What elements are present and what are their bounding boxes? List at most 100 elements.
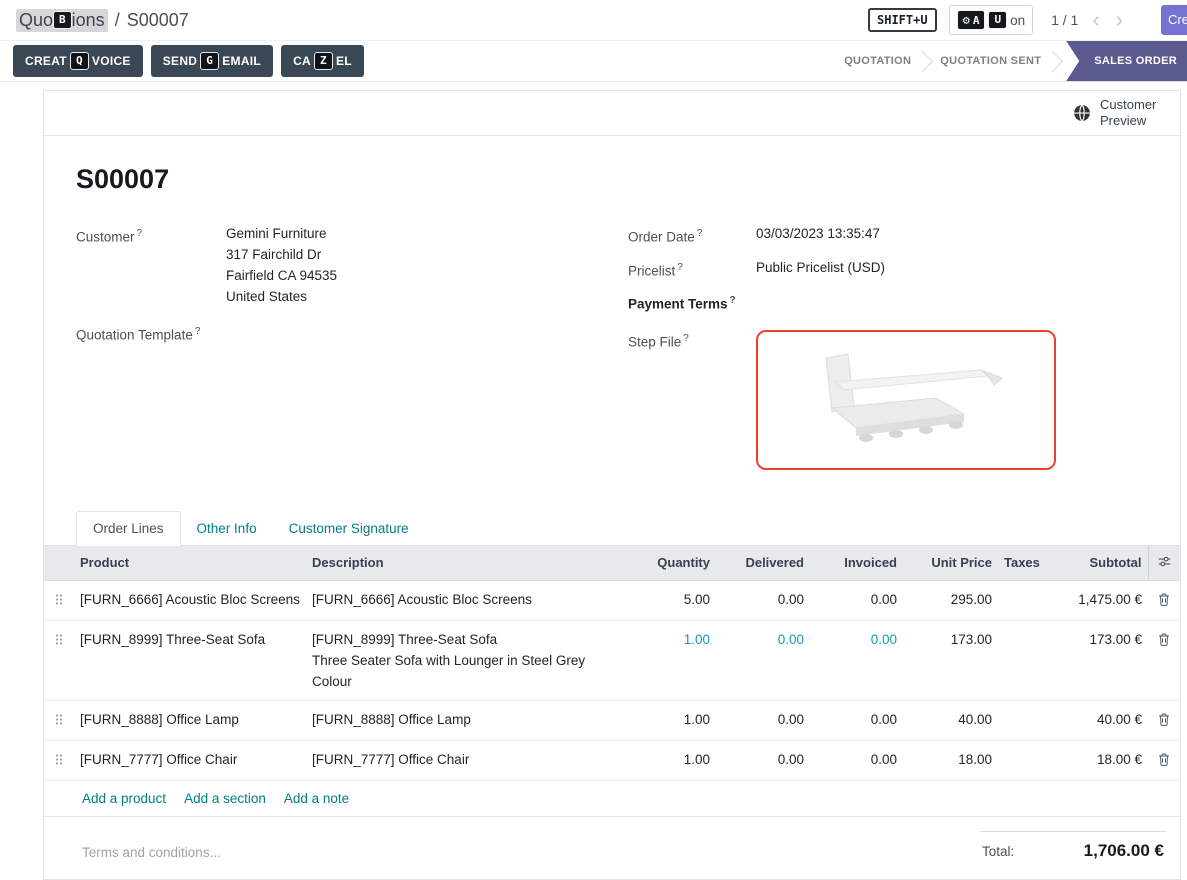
add-product-link[interactable]: Add a product [82,791,166,806]
customer-address-line: United States [226,286,337,307]
step-file-image-field[interactable] [756,330,1056,470]
create-button[interactable]: Create [1161,5,1187,35]
add-section-link[interactable]: Add a section [184,791,266,806]
drag-handle[interactable] [44,700,74,740]
trash-icon [1158,593,1170,606]
invoiced-column-header: Invoiced [810,546,903,581]
cell-product[interactable]: [FURN_8999] Three-Seat Sofa [74,620,306,700]
field-payment-terms: Payment Terms? [628,290,1140,315]
drag-handle[interactable] [44,740,74,780]
breadcrumb-quotations-link[interactable]: Quo B ions [16,9,108,32]
gear-access-key-badge: ⚙A [957,10,986,31]
trash-icon [1158,713,1170,726]
description-line: Three Seater Sofa with Lounger in Steel … [312,650,622,671]
cell-invoiced[interactable]: 0.00 [810,700,903,740]
cell-taxes[interactable] [998,620,1042,700]
cell-product[interactable]: [FURN_8888] Office Lamp [74,700,306,740]
customer-preview-label: Customer Preview [1100,97,1164,130]
send-email-label-pre: SEND [163,54,198,68]
cell-description[interactable]: [FURN_8888] Office Lamp [306,700,628,740]
sheet-footer: Terms and conditions... Total: 1,706.00 … [44,817,1180,871]
add-note-link[interactable]: Add a note [284,791,349,806]
cell-description[interactable]: [FURN_6666] Acoustic Bloc Screens [306,580,628,620]
cell-taxes[interactable] [998,700,1042,740]
chevron-separator-icon [1042,50,1063,71]
cell-quantity[interactable]: 1.00 [628,620,716,700]
cell-delivered[interactable]: 0.00 [716,740,810,780]
customer-preview-link[interactable]: Customer Preview [1073,97,1164,130]
cell-quantity[interactable]: 1.00 [628,700,716,740]
tab-other-info[interactable]: Other Info [181,512,273,545]
cell-product[interactable]: [FURN_7777] Office Chair [74,740,306,780]
delete-row-button[interactable] [1148,700,1180,740]
optional-columns-toggle[interactable] [1148,546,1180,581]
cancel-label-post: EL [336,54,352,68]
status-step-quotation-sent[interactable]: QUOTATION SENT [928,55,1053,67]
cell-delivered[interactable]: 0.00 [716,700,810,740]
globe-icon [1073,104,1091,122]
pricelist-field-label: Pricelist? [628,257,756,282]
create-invoice-button[interactable]: CREAT Q VOICE [13,45,143,78]
tab-customer-signature[interactable]: Customer Signature [273,512,425,545]
cell-unit-price[interactable]: 173.00 [903,620,998,700]
action-label-tail: on [1010,13,1025,28]
access-key-badge-send-email: G [200,52,219,71]
cell-taxes[interactable] [998,580,1042,620]
customer-name-link[interactable]: Gemini Furniture [226,223,337,244]
order-line-row: [FURN_6666] Acoustic Bloc Screens [FURN_… [44,580,1180,620]
breadcrumb-current: S00007 [127,10,189,31]
order-date-field-value[interactable]: 03/03/2023 13:35:47 [756,223,880,248]
cell-quantity[interactable]: 5.00 [628,580,716,620]
cell-unit-price[interactable]: 40.00 [903,700,998,740]
chevron-left-icon[interactable]: ‹ [1090,9,1101,31]
delete-row-button[interactable] [1148,620,1180,700]
order-line-row: [FURN_8888] Office Lamp [FURN_8888] Offi… [44,700,1180,740]
tab-order-lines[interactable]: Order Lines [76,511,181,546]
cell-subtotal: 40.00 € [1042,700,1148,740]
send-email-button[interactable]: SEND G EMAIL [151,45,273,78]
drag-handle[interactable] [44,580,74,620]
order-line-row: [FURN_7777] Office Chair [FURN_7777] Off… [44,740,1180,780]
action-menu-button[interactable]: ⚙A U on [949,5,1034,36]
create-invoice-label-pre: CREAT [25,54,67,68]
optional-columns-icon [1158,555,1171,568]
3d-model-preview [796,340,1016,460]
terms-and-conditions-field[interactable]: Terms and conditions... [82,845,221,860]
status-step-quotation[interactable]: QUOTATION [832,55,923,67]
page-title: S00007 [76,164,1140,195]
description-line: Colour [312,671,622,692]
cell-invoiced[interactable]: 0.00 [810,580,903,620]
topbar-right-controls: SHIFT+U ⚙A U on 1 / 1 ‹ › [868,5,1187,36]
pricelist-field-value[interactable]: Public Pricelist (USD) [756,257,885,282]
cell-quantity[interactable]: 1.00 [628,740,716,780]
cell-invoiced[interactable]: 0.00 [810,740,903,780]
drag-handle-icon [55,753,63,766]
cell-delivered[interactable]: 0.00 [716,580,810,620]
access-key-badge-quotations: B [53,11,72,30]
help-tooltip-icon: ? [137,228,143,239]
cancel-button[interactable]: CA Z EL [281,45,364,78]
breadcrumb-separator: / [115,10,120,31]
chevron-right-icon[interactable]: › [1114,9,1125,31]
cell-unit-price[interactable]: 295.00 [903,580,998,620]
cell-delivered[interactable]: 0.00 [716,620,810,700]
delete-row-button[interactable] [1148,740,1180,780]
cell-description[interactable]: [FURN_8999] Three-Seat Sofa Three Seater… [306,620,628,700]
cell-subtotal: 173.00 € [1042,620,1148,700]
product-column-header: Product [74,546,306,581]
cell-taxes[interactable] [998,740,1042,780]
help-tooltip-icon: ? [677,262,683,273]
status-step-sales-order-active[interactable]: SALES ORDER [1066,41,1187,81]
description-column-header: Description [306,546,628,581]
trash-icon [1158,633,1170,646]
access-key-badge-cancel: Z [314,52,333,71]
drag-handle[interactable] [44,620,74,700]
cell-product[interactable]: [FURN_6666] Acoustic Bloc Screens [74,580,306,620]
chevron-separator-icon [912,50,933,71]
cell-description[interactable]: [FURN_7777] Office Chair [306,740,628,780]
create-invoice-label-post: VOICE [92,54,131,68]
delete-row-button[interactable] [1148,580,1180,620]
cell-unit-price[interactable]: 18.00 [903,740,998,780]
customer-address-line: Fairfield CA 94535 [226,265,337,286]
cell-invoiced[interactable]: 0.00 [810,620,903,700]
